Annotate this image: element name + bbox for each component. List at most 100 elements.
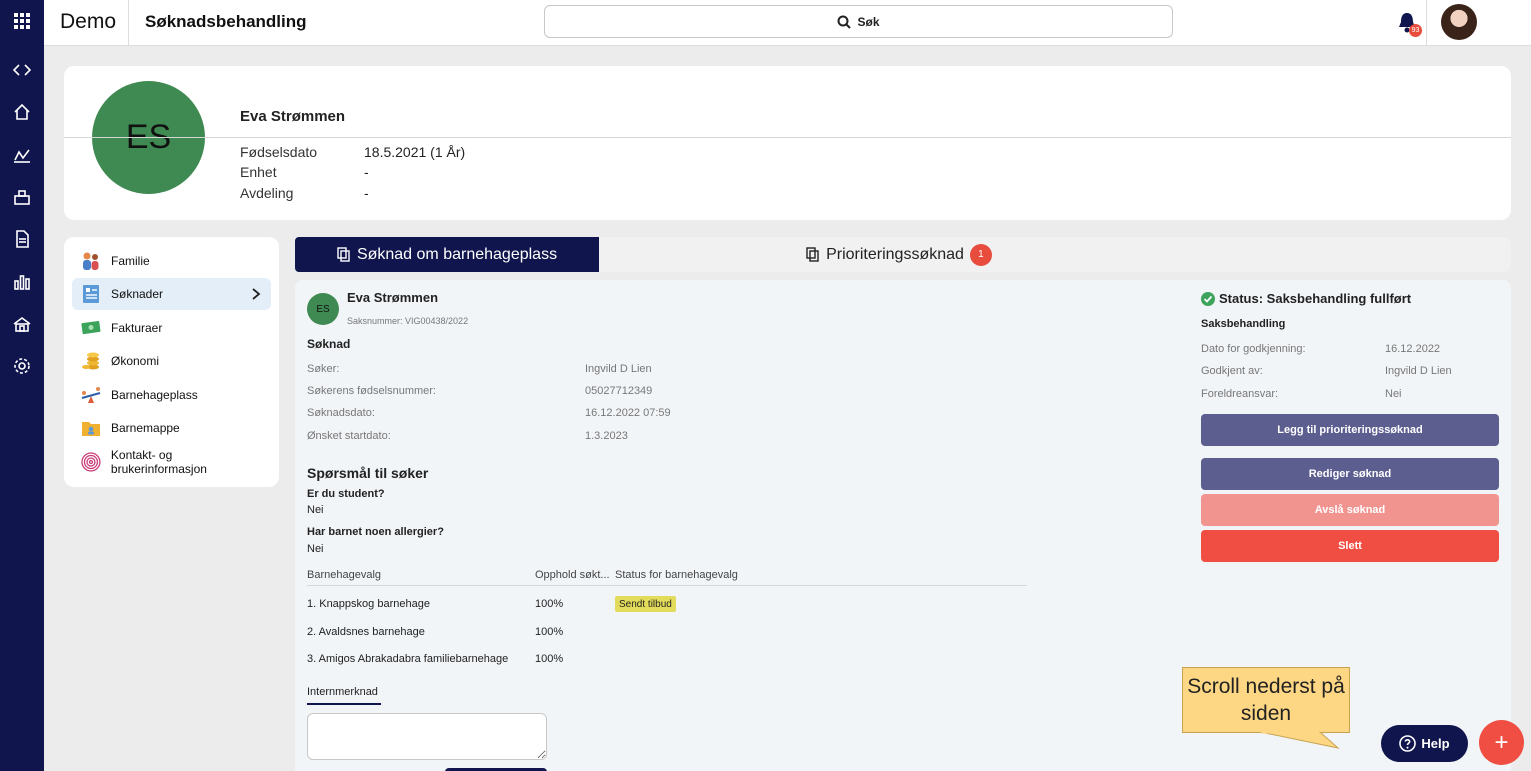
table-header[interactable]: Status for barnehagevalg (615, 569, 738, 581)
top-bar: Demo Søknadsbehandling Søk (44, 0, 1531, 46)
left-rail (0, 0, 44, 771)
birthdate-label: Fødselsdato (240, 144, 318, 160)
code-icon[interactable] (0, 53, 44, 87)
table-header[interactable]: Barnehagevalg (307, 569, 381, 581)
table-cell: 100% (535, 626, 564, 638)
menu-item-kontakt[interactable]: Kontakt- og brukerinformasjon (72, 446, 271, 478)
divider (1426, 0, 1427, 46)
profile-card: ES Eva Strømmen Fødselsdato 18.5.2021 (1… (64, 66, 1511, 220)
fingerprint-icon (81, 452, 101, 472)
question-text: Har barnet noen allergier? (307, 526, 444, 538)
menu-label: Barnehageplass (111, 388, 198, 402)
search-bar[interactable]: Søk (544, 5, 1173, 38)
building-icon[interactable] (0, 180, 44, 214)
question-circle-icon (1399, 735, 1417, 752)
home-icon[interactable] (0, 95, 44, 129)
tooltip-tail (1260, 732, 1340, 749)
chart-icon[interactable] (0, 265, 44, 299)
help-button[interactable]: Help (1381, 725, 1468, 762)
menu-label: Barnemappe (111, 421, 180, 435)
status-badge: Sendt tilbud (615, 596, 676, 612)
chevron-right-icon (252, 288, 261, 300)
edit-application-button[interactable]: Rediger søknad (1201, 458, 1499, 490)
field-value: Ingvild D Lien (585, 363, 652, 375)
table-cell: 2. Avaldsnes barnehage (307, 626, 425, 638)
field-value: 1.3.2023 (585, 430, 628, 442)
add-button[interactable]: + (1479, 720, 1524, 765)
field-label: Dato for godkjenning: (1201, 343, 1306, 355)
search-icon (837, 15, 852, 29)
check-circle-icon (1201, 291, 1215, 306)
field-label: Søknadsdato: (307, 407, 375, 419)
field-value: 16.12.2022 (1385, 343, 1441, 355)
table-cell: 1. Knappskog barnehage (307, 598, 430, 610)
note-tab[interactable]: Internmerknad (307, 686, 378, 698)
unit-value: - (364, 164, 369, 180)
invoice-icon (81, 320, 101, 335)
department-label: Avdeling (240, 185, 294, 201)
dashboard-icon[interactable] (0, 138, 44, 172)
menu-item-okonomi[interactable]: Økonomi (72, 345, 271, 377)
status-text: Status: Saksbehandling fullført (1219, 291, 1412, 306)
field-label: Søker: (307, 363, 340, 375)
unit-label: Enhet (240, 164, 277, 180)
menu-item-familie[interactable]: Familie (72, 245, 271, 277)
menu-item-barnehageplass[interactable]: Barnehageplass (72, 379, 271, 411)
apps-grid-icon[interactable] (0, 4, 44, 38)
menu-label: Søknader (111, 287, 164, 301)
applicant-avatar: ES (307, 293, 339, 325)
page-title: Søknadsbehandling (145, 12, 307, 31)
field-label: Godkjent av: (1201, 365, 1263, 377)
notification-badge: 93 (1409, 24, 1422, 37)
side-menu: Familie Søknader Fakturaer Økonomi Barne… (64, 237, 279, 487)
applicant-name: Eva Strømmen (347, 290, 439, 305)
user-avatar[interactable] (1441, 4, 1477, 40)
reject-application-button[interactable]: Avslå søknad (1201, 494, 1499, 526)
field-value: 05027712349 (585, 385, 653, 397)
menu-label: Kontakt- og brukerinformasjon (110, 448, 207, 476)
folder-icon (82, 422, 100, 436)
questions-title: Spørsmål til søker (307, 465, 429, 481)
tab-badge: 1 (969, 243, 992, 266)
gear-icon[interactable] (0, 349, 44, 383)
house-icon[interactable] (0, 307, 44, 341)
department-value: - (364, 185, 369, 201)
question-text: Er du student? (307, 488, 385, 500)
tab-bar: Søknad om barnehageplass Prioriteringssø… (295, 237, 1511, 272)
tab-label: Prioriteringssøknad (826, 245, 964, 263)
status-line: Status: Saksbehandling fullført (1201, 291, 1411, 306)
menu-label: Familie (111, 254, 150, 268)
family-icon (83, 252, 99, 270)
field-label: Søkerens fødselsnummer: (307, 385, 436, 397)
birthdate-value: 18.5.2021 (1 År) (364, 144, 466, 160)
divider (307, 585, 1027, 586)
internal-note-input[interactable] (307, 713, 547, 760)
menu-item-soknader[interactable]: Søknader (72, 278, 271, 310)
section-title: Søknad (307, 337, 351, 351)
question-answer: Nei (307, 504, 324, 516)
table-cell: 100% (535, 653, 564, 665)
add-priority-application-button[interactable]: Legg til prioriteringssøknad (1201, 414, 1499, 446)
menu-label: Fakturaer (111, 321, 163, 335)
tab-prioriteringssoknad[interactable]: Prioriteringssøknad 1 (599, 237, 1199, 272)
tab-soknad-barnehageplass[interactable]: Søknad om barnehageplass (295, 237, 599, 272)
table-header[interactable]: Opphold søkt... (535, 569, 610, 581)
case-number: Saksnummer: VIG00438/2022 (347, 316, 469, 326)
help-label: Help (1421, 736, 1450, 751)
field-value: Ingvild D Lien (1385, 365, 1452, 377)
status-subtitle: Saksbehandling (1201, 318, 1286, 330)
field-value: 16.12.2022 07:59 (585, 407, 671, 419)
menu-item-fakturaer[interactable]: Fakturaer (72, 312, 271, 344)
profile-name: Eva Strømmen (240, 108, 346, 125)
document-icon[interactable] (0, 222, 44, 256)
menu-label: Økonomi (111, 354, 160, 368)
search-label: Søk (857, 14, 880, 29)
app-name[interactable]: Demo (60, 10, 116, 34)
menu-item-barnemappe[interactable]: Barnemappe (72, 412, 271, 444)
application-icon (83, 285, 99, 303)
delete-button[interactable]: Slett (1201, 530, 1499, 562)
tab-label: Søknad om barnehageplass (356, 245, 558, 263)
field-value: Nei (1385, 388, 1402, 400)
divider (128, 0, 129, 46)
table-cell: 100% (535, 598, 564, 610)
